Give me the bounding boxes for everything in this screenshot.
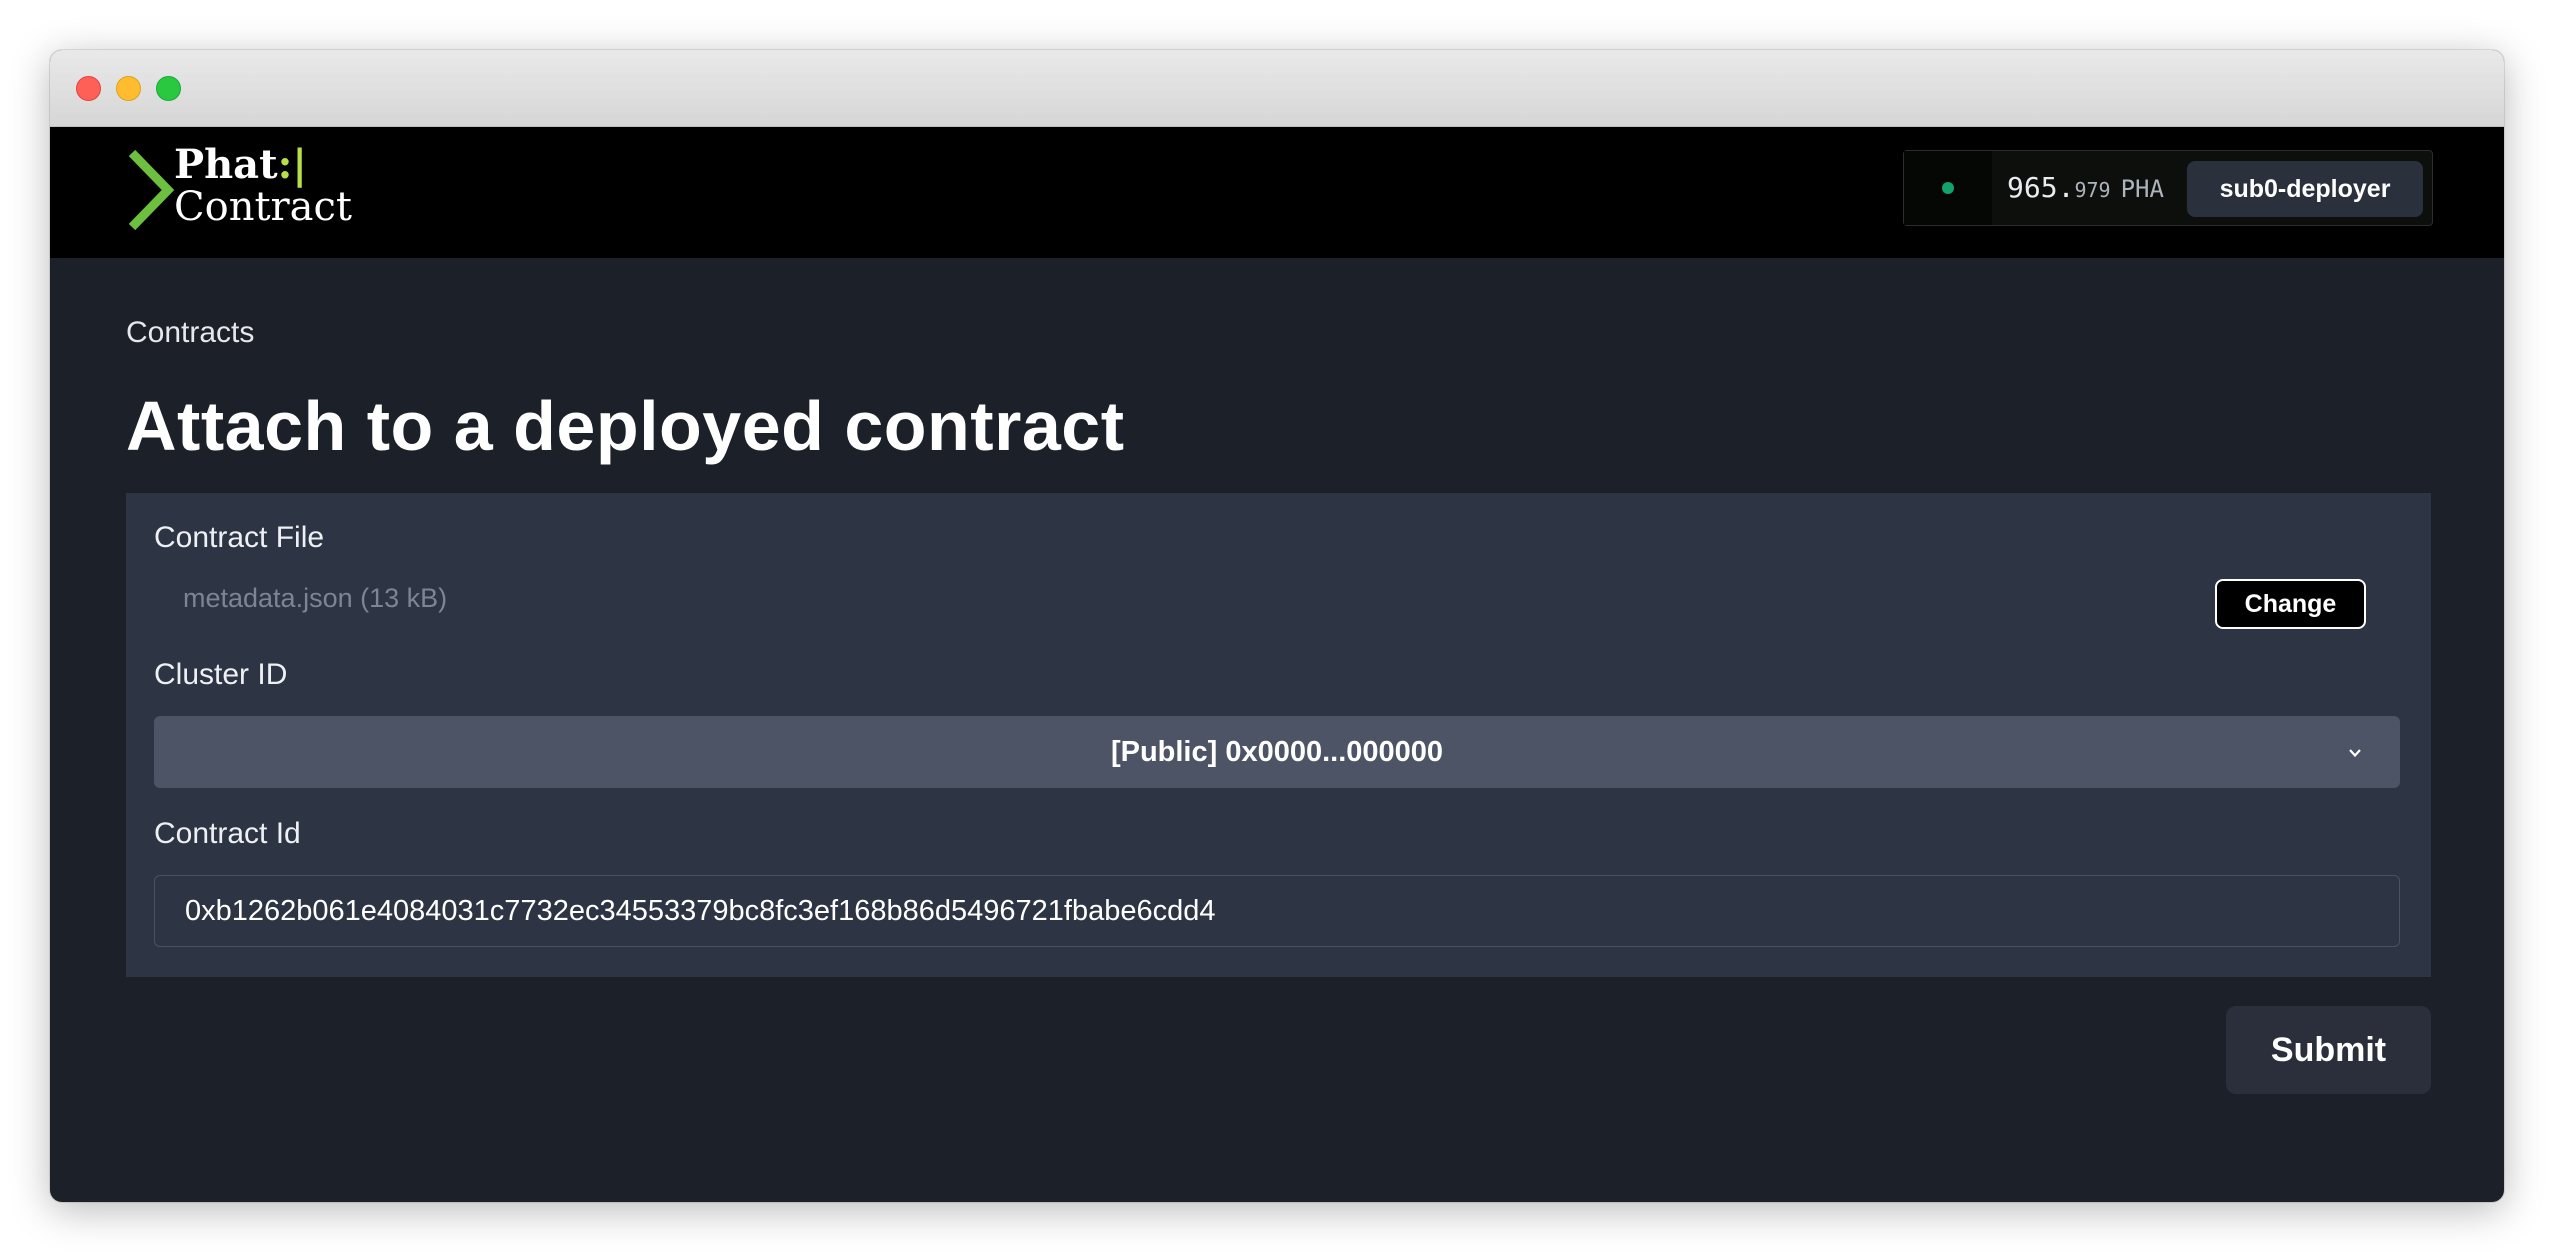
chevron-down-icon bbox=[2349, 749, 2361, 758]
chevron-right-icon bbox=[128, 149, 175, 231]
breadcrumb-contracts[interactable]: Contracts bbox=[126, 316, 254, 350]
account-widget: 965.979 PHA sub0-deployer bbox=[1903, 150, 2433, 226]
logo-accent: :| bbox=[277, 141, 307, 188]
minimize-window-button[interactable] bbox=[116, 76, 141, 101]
app-window: Phat:| Contract 965.979 PHA sub0-deployer… bbox=[50, 50, 2504, 1202]
submit-button[interactable]: Submit bbox=[2226, 1006, 2431, 1094]
balance-separator: . bbox=[2057, 171, 2075, 204]
close-window-button[interactable] bbox=[76, 76, 101, 101]
attach-contract-form: Contract File metadata.json (13 kB) Chan… bbox=[126, 493, 2431, 977]
page-title: Attach to a deployed contract bbox=[126, 387, 1125, 465]
contract-file-name: metadata.json (13 kB) bbox=[183, 583, 448, 613]
phat-contract-logo[interactable]: Phat:| Contract bbox=[126, 141, 366, 235]
cluster-id-select[interactable]: [Public] 0x0000...000000 bbox=[154, 716, 2400, 788]
account-button[interactable]: sub0-deployer bbox=[2187, 161, 2423, 217]
balance-integer: 965 bbox=[2007, 171, 2058, 204]
contract-id-label: Contract Id bbox=[154, 817, 301, 850]
cluster-id-label: Cluster ID bbox=[154, 658, 288, 691]
window-titlebar bbox=[50, 50, 2504, 127]
balance-unit: PHA bbox=[2120, 175, 2164, 203]
change-file-button[interactable]: Change bbox=[2215, 579, 2366, 629]
top-header: Phat:| Contract 965.979 PHA sub0-deployer bbox=[50, 127, 2504, 258]
balance-decimal: 979 bbox=[2074, 178, 2111, 202]
status-dot-icon bbox=[1942, 182, 1954, 194]
connection-status bbox=[1904, 151, 1992, 225]
balance-display: 965.979 PHA bbox=[2007, 151, 2164, 225]
logo-text-top: Phat:| bbox=[174, 141, 307, 188]
zoom-window-button[interactable] bbox=[156, 76, 181, 101]
contract-file-label: Contract File bbox=[154, 521, 325, 554]
cluster-id-selected-value: [Public] 0x0000...000000 bbox=[1110, 736, 1444, 768]
logo-text-bottom: Contract bbox=[174, 184, 352, 230]
contract-id-input[interactable] bbox=[154, 875, 2400, 947]
